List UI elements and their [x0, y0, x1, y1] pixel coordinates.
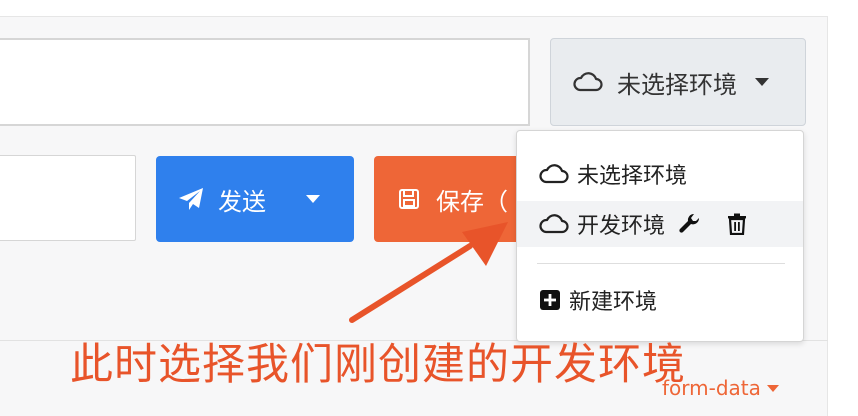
body-type-label: form-data: [662, 376, 761, 400]
annotation-text: 此时选择我们刚创建的开发环境: [70, 340, 686, 390]
chevron-down-icon: [766, 384, 779, 392]
body-type-select[interactable]: form-data: [662, 376, 779, 400]
